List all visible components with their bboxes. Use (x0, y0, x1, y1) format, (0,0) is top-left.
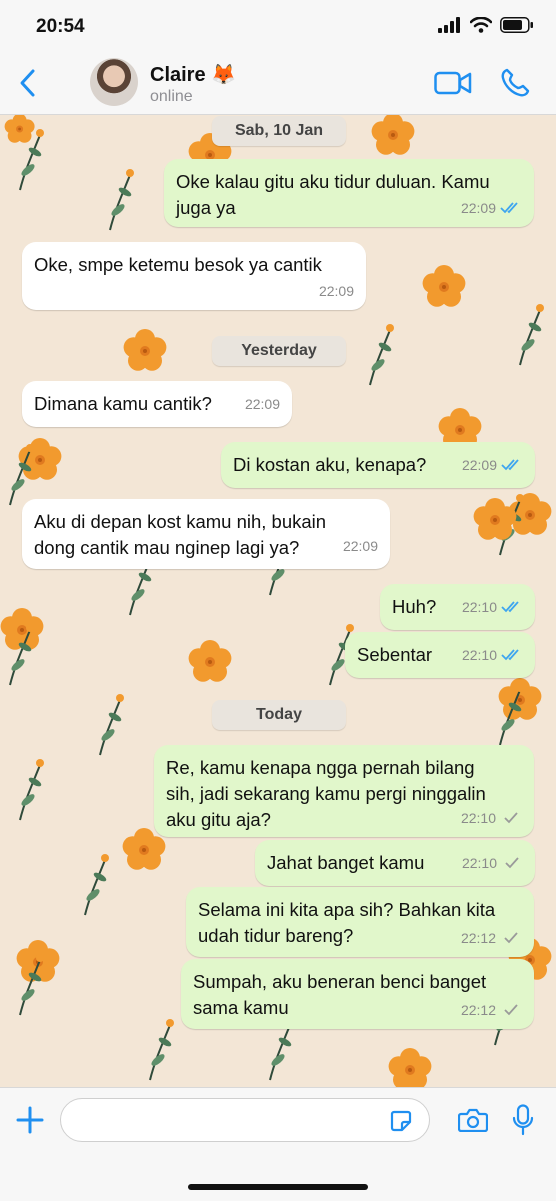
check-sent-icon (504, 812, 518, 824)
message-time: 22:12 (460, 1002, 496, 1018)
check-sent-icon (504, 1004, 518, 1016)
double-check-read-icon (501, 459, 519, 471)
status-bar: 20:54 (0, 0, 556, 52)
message-bubble-incoming[interactable]: Oke, smpe ketemu besok ya cantik 22:09 (22, 242, 366, 310)
plus-icon[interactable] (16, 1106, 44, 1134)
chat-header: Claire 🦊 online (0, 52, 556, 115)
message-text: dong cantik mau nginep lagi ya? (34, 537, 300, 558)
message-bubble-outgoing[interactable]: Re, kamu kenapa ngga pernah bilang sih, … (154, 745, 534, 837)
avatar[interactable] (90, 58, 138, 106)
message-time: 22:09 (244, 396, 280, 412)
camera-icon[interactable] (458, 1108, 488, 1132)
message-bubble-outgoing[interactable]: Sebentar 22:10 (345, 632, 535, 678)
message-text: Oke kalau gitu aku tidur duluan. Kamu (176, 171, 490, 192)
message-bubble-outgoing[interactable]: Oke kalau gitu aku tidur duluan. Kamu ju… (164, 159, 534, 227)
double-check-read-icon (500, 202, 518, 214)
phone-icon[interactable] (500, 68, 530, 98)
message-bubble-outgoing[interactable]: Huh? 22:10 (380, 584, 535, 630)
contact-status: online (150, 88, 193, 105)
message-bubble-outgoing[interactable]: Sumpah, aku beneran benci banget sama ka… (181, 959, 534, 1029)
message-time: 22:10 (461, 647, 497, 663)
wifi-icon (470, 17, 492, 33)
chevron-left-icon[interactable] (16, 68, 40, 98)
message-time: 22:12 (460, 930, 496, 946)
message-text: Sumpah, aku beneran benci banget (193, 971, 487, 992)
message-time: 22:09 (342, 538, 378, 554)
double-check-read-icon (501, 601, 519, 613)
date-separator: Yesterday (212, 336, 346, 366)
date-separator: Sab, 10 Jan (212, 116, 346, 146)
message-bubble-outgoing[interactable]: Selama ini kita apa sih? Bahkan kita uda… (186, 887, 534, 957)
message-time: 22:10 (461, 599, 497, 615)
message-list[interactable]: Sab, 10 Jan Oke kalau gitu aku tidur dul… (0, 115, 556, 1087)
message-bubble-incoming[interactable]: Dimana kamu cantik? 22:09 (22, 381, 292, 427)
message-bubble-outgoing[interactable]: Jahat banget kamu 22:10 (255, 840, 535, 886)
message-time: 22:09 (318, 283, 354, 299)
message-time: 22:09 (460, 200, 496, 216)
message-text: Oke, smpe ketemu besok ya cantik (34, 254, 322, 275)
composer-bar (0, 1087, 556, 1201)
message-text: sih, jadi sekarang kamu pergi ninggalin (166, 783, 486, 804)
message-input[interactable] (60, 1098, 430, 1142)
video-camera-icon[interactable] (434, 70, 472, 96)
home-indicator (188, 1184, 368, 1190)
message-time: 22:10 (461, 855, 497, 871)
message-bubble-outgoing[interactable]: Di kostan aku, kenapa? 22:09 (221, 442, 535, 488)
status-time: 20:54 (36, 16, 85, 37)
date-separator: Today (212, 700, 346, 730)
battery-icon (500, 17, 533, 33)
check-sent-icon (504, 932, 518, 944)
microphone-icon[interactable] (512, 1104, 534, 1136)
sticker-icon[interactable] (389, 1109, 413, 1133)
message-text: Selama ini kita apa sih? Bahkan kita (198, 899, 496, 920)
message-text: Dimana kamu cantik? (34, 393, 212, 414)
message-time: 22:10 (460, 810, 496, 826)
message-text: Aku di depan kost kamu nih, bukain (34, 511, 327, 532)
message-time: 22:09 (461, 457, 497, 473)
double-check-read-icon (501, 649, 519, 661)
signal-icon (438, 17, 460, 33)
status-icons (438, 17, 534, 33)
message-bubble-incoming[interactable]: Aku di depan kost kamu nih, bukain dong … (22, 499, 390, 569)
message-text: Re, kamu kenapa ngga pernah bilang (166, 757, 475, 778)
contact-name[interactable]: Claire 🦊 (150, 62, 236, 87)
check-sent-icon (505, 857, 519, 869)
